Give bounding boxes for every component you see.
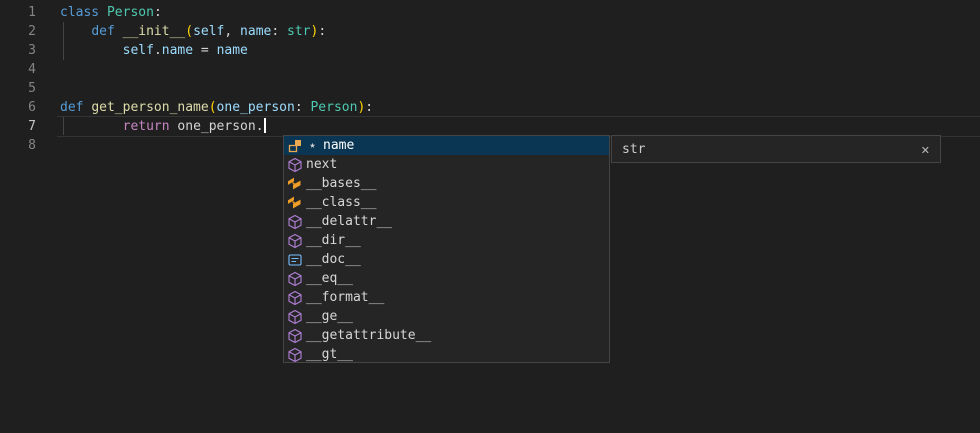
code-line[interactable]: 3 self.name = name bbox=[0, 41, 980, 60]
code-text: class Person: bbox=[36, 3, 162, 22]
line-number: 1 bbox=[0, 3, 36, 22]
field-icon bbox=[287, 138, 303, 154]
suggestion-item-class[interactable]: __class__ bbox=[284, 193, 609, 212]
line-number: 6 bbox=[0, 98, 36, 117]
suggestion-item-getattribute[interactable]: __getattribute__ bbox=[284, 326, 609, 345]
code-text bbox=[36, 79, 60, 98]
line-number: 4 bbox=[0, 60, 36, 79]
error-squiggle bbox=[255, 131, 268, 135]
method-icon bbox=[287, 290, 303, 306]
code-line[interactable]: 6def get_person_name(one_person: Person)… bbox=[0, 98, 980, 117]
code-editor[interactable]: 1class Person:2 def __init__(self, name:… bbox=[0, 0, 980, 433]
variable-icon bbox=[287, 252, 303, 268]
code-text bbox=[36, 60, 60, 79]
code-text: self.name = name bbox=[36, 41, 248, 60]
suggestion-item-next[interactable]: next bbox=[284, 155, 609, 174]
suggestion-label: __eq__ bbox=[306, 269, 353, 288]
suggestion-label: __gt__ bbox=[306, 345, 353, 363]
suggest-widget: ★namenext__bases____class____delattr____… bbox=[283, 135, 610, 363]
doc-panel: str ✕ bbox=[611, 135, 941, 163]
suggestion-label: __doc__ bbox=[306, 250, 361, 269]
suggestion-item-gt[interactable]: __gt__ bbox=[284, 345, 609, 363]
code-line[interactable]: 2 def __init__(self, name: str): bbox=[0, 22, 980, 41]
intellicode-star-icon: ★ bbox=[306, 136, 319, 155]
suggestion-label: next bbox=[306, 155, 337, 174]
code-text bbox=[36, 136, 60, 155]
code-line[interactable]: 5 bbox=[0, 79, 980, 98]
method-icon bbox=[287, 214, 303, 230]
suggestion-label: __class__ bbox=[306, 193, 376, 212]
class-icon bbox=[287, 176, 303, 192]
line-number: 2 bbox=[0, 22, 36, 41]
suggestion-item-name[interactable]: ★name bbox=[284, 136, 609, 155]
suggestion-label: __dir__ bbox=[306, 231, 361, 250]
line-number: 8 bbox=[0, 136, 36, 155]
suggestion-item-format[interactable]: __format__ bbox=[284, 288, 609, 307]
close-icon[interactable]: ✕ bbox=[921, 136, 930, 164]
line-number: 7 bbox=[0, 117, 36, 136]
suggestion-label: __getattribute__ bbox=[306, 326, 431, 345]
doc-panel-title: str bbox=[622, 140, 645, 159]
code-lines: 1class Person:2 def __init__(self, name:… bbox=[0, 3, 980, 155]
suggestion-label: __delattr__ bbox=[306, 212, 392, 231]
code-text: def get_person_name(one_person: Person): bbox=[36, 98, 373, 117]
code-line[interactable]: 7 return one_person. bbox=[0, 117, 980, 136]
code-text: def __init__(self, name: str): bbox=[36, 22, 326, 41]
code-line[interactable]: 1class Person: bbox=[0, 3, 980, 22]
suggestion-label: __bases__ bbox=[306, 174, 376, 193]
suggestion-item-doc[interactable]: __doc__ bbox=[284, 250, 609, 269]
suggestion-item-dir[interactable]: __dir__ bbox=[284, 231, 609, 250]
method-icon bbox=[287, 347, 303, 363]
suggestion-item-ge[interactable]: __ge__ bbox=[284, 307, 609, 326]
method-icon bbox=[287, 309, 303, 325]
error-squiggle bbox=[57, 131, 72, 135]
method-icon bbox=[287, 233, 303, 249]
suggestion-label: __ge__ bbox=[306, 307, 353, 326]
code-line[interactable]: 4 bbox=[0, 60, 980, 79]
line-number: 5 bbox=[0, 79, 36, 98]
suggestion-label: name bbox=[323, 136, 354, 155]
method-icon bbox=[287, 328, 303, 344]
class-icon bbox=[287, 195, 303, 211]
suggestion-label: __format__ bbox=[306, 288, 384, 307]
suggestion-item-delattr[interactable]: __delattr__ bbox=[284, 212, 609, 231]
suggestion-item-eq[interactable]: __eq__ bbox=[284, 269, 609, 288]
line-number: 3 bbox=[0, 41, 36, 60]
method-icon bbox=[287, 271, 303, 287]
suggestion-item-bases[interactable]: __bases__ bbox=[284, 174, 609, 193]
method-icon bbox=[287, 157, 303, 173]
